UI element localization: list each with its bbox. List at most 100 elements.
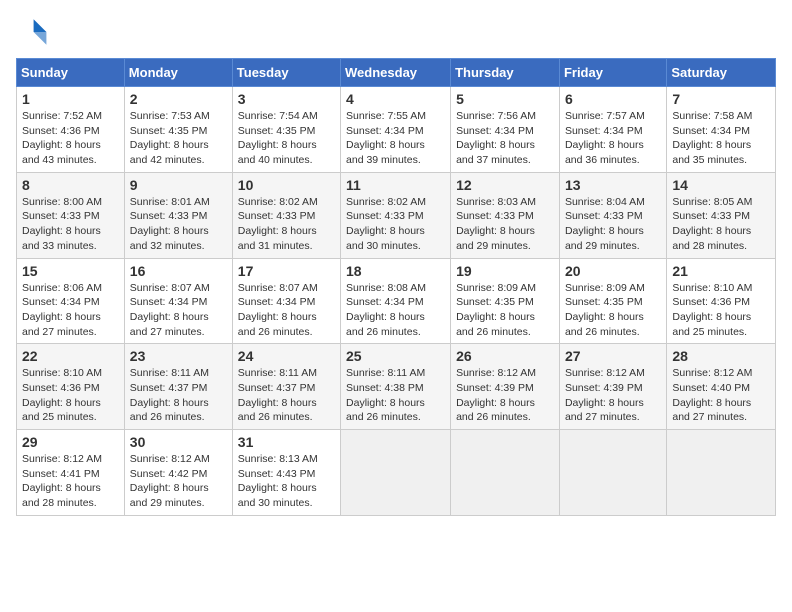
day-number: 26 [456,348,554,364]
day-number: 22 [22,348,119,364]
calendar-week-row: 8 Sunrise: 8:00 AM Sunset: 4:33 PM Dayli… [17,172,776,258]
day-number: 29 [22,434,119,450]
calendar-cell: 5 Sunrise: 7:56 AM Sunset: 4:34 PM Dayli… [451,87,560,173]
calendar-cell: 25 Sunrise: 8:11 AM Sunset: 4:38 PM Dayl… [341,344,451,430]
calendar-cell: 12 Sunrise: 8:03 AM Sunset: 4:33 PM Dayl… [451,172,560,258]
day-header-thursday: Thursday [451,59,560,87]
day-header-saturday: Saturday [667,59,776,87]
calendar-cell: 29 Sunrise: 8:12 AM Sunset: 4:41 PM Dayl… [17,430,125,516]
day-number: 31 [238,434,335,450]
day-info: Sunrise: 8:02 AM Sunset: 4:33 PM Dayligh… [346,195,445,254]
calendar-header-row: SundayMondayTuesdayWednesdayThursdayFrid… [17,59,776,87]
day-number: 3 [238,91,335,107]
page-header [16,16,776,48]
day-info: Sunrise: 7:55 AM Sunset: 4:34 PM Dayligh… [346,109,445,168]
day-number: 14 [672,177,770,193]
day-number: 1 [22,91,119,107]
day-info: Sunrise: 8:01 AM Sunset: 4:33 PM Dayligh… [130,195,227,254]
calendar-table: SundayMondayTuesdayWednesdayThursdayFrid… [16,58,776,516]
calendar-cell: 1 Sunrise: 7:52 AM Sunset: 4:36 PM Dayli… [17,87,125,173]
calendar-week-row: 22 Sunrise: 8:10 AM Sunset: 4:36 PM Dayl… [17,344,776,430]
calendar-week-row: 1 Sunrise: 7:52 AM Sunset: 4:36 PM Dayli… [17,87,776,173]
calendar-cell: 13 Sunrise: 8:04 AM Sunset: 4:33 PM Dayl… [559,172,666,258]
day-number: 7 [672,91,770,107]
day-info: Sunrise: 8:03 AM Sunset: 4:33 PM Dayligh… [456,195,554,254]
day-info: Sunrise: 8:00 AM Sunset: 4:33 PM Dayligh… [22,195,119,254]
calendar-cell: 22 Sunrise: 8:10 AM Sunset: 4:36 PM Dayl… [17,344,125,430]
day-header-monday: Monday [124,59,232,87]
day-info: Sunrise: 7:54 AM Sunset: 4:35 PM Dayligh… [238,109,335,168]
day-info: Sunrise: 8:11 AM Sunset: 4:38 PM Dayligh… [346,366,445,425]
day-number: 18 [346,263,445,279]
calendar-cell: 6 Sunrise: 7:57 AM Sunset: 4:34 PM Dayli… [559,87,666,173]
day-number: 23 [130,348,227,364]
day-number: 21 [672,263,770,279]
day-info: Sunrise: 8:12 AM Sunset: 4:41 PM Dayligh… [22,452,119,511]
calendar-cell: 17 Sunrise: 8:07 AM Sunset: 4:34 PM Dayl… [232,258,340,344]
calendar-cell: 26 Sunrise: 8:12 AM Sunset: 4:39 PM Dayl… [451,344,560,430]
calendar-cell: 3 Sunrise: 7:54 AM Sunset: 4:35 PM Dayli… [232,87,340,173]
day-number: 4 [346,91,445,107]
day-info: Sunrise: 8:11 AM Sunset: 4:37 PM Dayligh… [238,366,335,425]
day-info: Sunrise: 8:02 AM Sunset: 4:33 PM Dayligh… [238,195,335,254]
calendar-cell: 7 Sunrise: 7:58 AM Sunset: 4:34 PM Dayli… [667,87,776,173]
calendar-cell: 8 Sunrise: 8:00 AM Sunset: 4:33 PM Dayli… [17,172,125,258]
day-info: Sunrise: 7:58 AM Sunset: 4:34 PM Dayligh… [672,109,770,168]
day-number: 12 [456,177,554,193]
day-info: Sunrise: 8:12 AM Sunset: 4:40 PM Dayligh… [672,366,770,425]
day-number: 17 [238,263,335,279]
day-info: Sunrise: 8:10 AM Sunset: 4:36 PM Dayligh… [672,281,770,340]
day-number: 8 [22,177,119,193]
day-info: Sunrise: 8:11 AM Sunset: 4:37 PM Dayligh… [130,366,227,425]
day-info: Sunrise: 8:05 AM Sunset: 4:33 PM Dayligh… [672,195,770,254]
calendar-cell: 2 Sunrise: 7:53 AM Sunset: 4:35 PM Dayli… [124,87,232,173]
calendar-cell [559,430,666,516]
day-header-wednesday: Wednesday [341,59,451,87]
day-info: Sunrise: 8:04 AM Sunset: 4:33 PM Dayligh… [565,195,661,254]
day-number: 10 [238,177,335,193]
calendar-cell: 15 Sunrise: 8:06 AM Sunset: 4:34 PM Dayl… [17,258,125,344]
day-info: Sunrise: 7:57 AM Sunset: 4:34 PM Dayligh… [565,109,661,168]
day-number: 16 [130,263,227,279]
calendar-cell: 9 Sunrise: 8:01 AM Sunset: 4:33 PM Dayli… [124,172,232,258]
calendar-cell: 14 Sunrise: 8:05 AM Sunset: 4:33 PM Dayl… [667,172,776,258]
calendar-cell: 19 Sunrise: 8:09 AM Sunset: 4:35 PM Dayl… [451,258,560,344]
day-header-friday: Friday [559,59,666,87]
day-number: 13 [565,177,661,193]
day-number: 20 [565,263,661,279]
day-info: Sunrise: 8:07 AM Sunset: 4:34 PM Dayligh… [238,281,335,340]
day-number: 6 [565,91,661,107]
calendar-cell [667,430,776,516]
day-number: 19 [456,263,554,279]
day-info: Sunrise: 8:13 AM Sunset: 4:43 PM Dayligh… [238,452,335,511]
day-number: 24 [238,348,335,364]
logo-icon [16,16,48,48]
day-info: Sunrise: 7:53 AM Sunset: 4:35 PM Dayligh… [130,109,227,168]
calendar-cell [341,430,451,516]
day-header-tuesday: Tuesday [232,59,340,87]
calendar-cell: 30 Sunrise: 8:12 AM Sunset: 4:42 PM Dayl… [124,430,232,516]
day-number: 15 [22,263,119,279]
calendar-cell: 21 Sunrise: 8:10 AM Sunset: 4:36 PM Dayl… [667,258,776,344]
day-info: Sunrise: 8:07 AM Sunset: 4:34 PM Dayligh… [130,281,227,340]
day-header-sunday: Sunday [17,59,125,87]
day-number: 9 [130,177,227,193]
calendar-cell: 4 Sunrise: 7:55 AM Sunset: 4:34 PM Dayli… [341,87,451,173]
day-info: Sunrise: 8:06 AM Sunset: 4:34 PM Dayligh… [22,281,119,340]
calendar-cell: 18 Sunrise: 8:08 AM Sunset: 4:34 PM Dayl… [341,258,451,344]
day-number: 28 [672,348,770,364]
day-info: Sunrise: 8:09 AM Sunset: 4:35 PM Dayligh… [565,281,661,340]
calendar-cell: 23 Sunrise: 8:11 AM Sunset: 4:37 PM Dayl… [124,344,232,430]
day-info: Sunrise: 8:12 AM Sunset: 4:39 PM Dayligh… [565,366,661,425]
calendar-cell: 11 Sunrise: 8:02 AM Sunset: 4:33 PM Dayl… [341,172,451,258]
calendar-cell: 20 Sunrise: 8:09 AM Sunset: 4:35 PM Dayl… [559,258,666,344]
calendar-cell: 27 Sunrise: 8:12 AM Sunset: 4:39 PM Dayl… [559,344,666,430]
day-number: 30 [130,434,227,450]
calendar-cell [451,430,560,516]
calendar-cell: 10 Sunrise: 8:02 AM Sunset: 4:33 PM Dayl… [232,172,340,258]
day-number: 2 [130,91,227,107]
day-info: Sunrise: 8:09 AM Sunset: 4:35 PM Dayligh… [456,281,554,340]
day-number: 25 [346,348,445,364]
day-number: 5 [456,91,554,107]
day-number: 11 [346,177,445,193]
